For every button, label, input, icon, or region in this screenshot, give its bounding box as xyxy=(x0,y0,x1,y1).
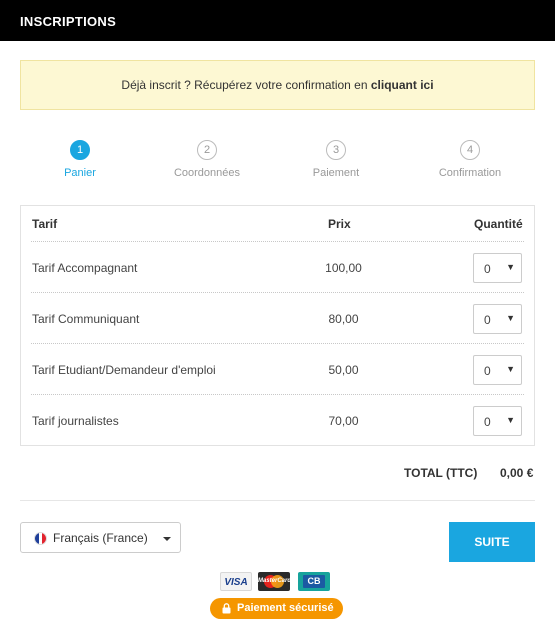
column-header-tarif: Tarif xyxy=(32,217,58,231)
retrieve-confirmation-link[interactable]: cliquant ici xyxy=(371,78,434,92)
step-number: 3 xyxy=(326,140,346,160)
table-row: Tarif Etudiant/Demandeur d'emploi 50,00 … xyxy=(31,343,524,394)
language-select[interactable]: Français (France) xyxy=(20,522,181,553)
already-registered-notice: Déjà inscrit ? Récupérez votre confirmat… xyxy=(20,60,535,110)
page-title: INSCRIPTIONS xyxy=(20,14,117,29)
total-value: 0,00 € xyxy=(500,466,534,480)
quantity-value: 0 xyxy=(484,415,491,429)
caret-down-icon: ▼ xyxy=(506,364,515,374)
next-button[interactable]: SUITE xyxy=(449,522,535,562)
secure-payment-label: Paiement sécurisé xyxy=(237,602,334,614)
tarif-price: 100,00 xyxy=(325,261,362,275)
tarif-name: Tarif Accompagnant xyxy=(32,261,138,275)
step-label: Paiement xyxy=(312,167,360,179)
secure-payment-badge: Paiement sécurisé xyxy=(210,598,343,619)
mastercard-label: MasterCard xyxy=(258,578,292,584)
column-header-prix: Prix xyxy=(328,217,351,231)
divider xyxy=(20,500,535,501)
flag-fr-icon xyxy=(34,532,47,545)
quantity-select[interactable]: 0 ▼ xyxy=(473,304,522,334)
language-label: Français (France) xyxy=(53,531,148,545)
step-number: 2 xyxy=(197,140,217,160)
cb-card-icon: CB xyxy=(298,572,330,591)
checkout-steps: 1 Panier 2 Coordonnées 3 Paiement 4 Conf… xyxy=(20,140,535,185)
tarif-price: 70,00 xyxy=(328,414,359,428)
step-coordonnees[interactable]: 2 Coordonnées xyxy=(147,140,267,179)
caret-down-icon xyxy=(163,537,171,541)
step-panier[interactable]: 1 Panier xyxy=(20,140,140,179)
tarif-price: 80,00 xyxy=(328,312,359,326)
caret-down-icon: ▼ xyxy=(506,415,515,425)
tarif-name: Tarif Communiquant xyxy=(32,312,140,326)
total-label: TOTAL (TTC) xyxy=(404,466,478,480)
table-row: Tarif Communiquant 80,00 0 ▼ xyxy=(31,292,524,343)
step-label: Panier xyxy=(64,167,96,179)
step-label: Confirmation xyxy=(438,167,502,179)
table-row: Tarif Accompagnant 100,00 0 ▼ xyxy=(31,241,524,292)
quantity-select[interactable]: 0 ▼ xyxy=(473,355,522,385)
caret-down-icon: ▼ xyxy=(506,262,515,272)
quantity-select[interactable]: 0 ▼ xyxy=(473,406,522,436)
notice-text: Déjà inscrit ? Récupérez votre confirmat… xyxy=(121,78,371,92)
quantity-value: 0 xyxy=(484,313,491,327)
tarif-price: 50,00 xyxy=(328,363,359,377)
column-header-quantite: Quantité xyxy=(474,217,523,231)
tarif-name: Tarif Etudiant/Demandeur d'emploi xyxy=(32,363,216,377)
step-number: 1 xyxy=(70,140,90,160)
mastercard-icon: MasterCard xyxy=(258,572,292,591)
quantity-value: 0 xyxy=(484,262,491,276)
cb-label: CB xyxy=(303,575,325,588)
tarif-name: Tarif journalistes xyxy=(32,414,119,428)
step-label: Coordonnées xyxy=(173,167,241,179)
step-paiement[interactable]: 3 Paiement xyxy=(276,140,396,179)
caret-down-icon: ▼ xyxy=(506,313,515,323)
tarif-table: Tarif Prix Quantité Tarif Accompagnant 1… xyxy=(20,205,535,446)
step-number: 4 xyxy=(460,140,480,160)
lock-icon xyxy=(222,603,231,614)
quantity-select[interactable]: 0 ▼ xyxy=(473,253,522,283)
page-header: INSCRIPTIONS xyxy=(0,0,555,41)
visa-card-icon: VISA xyxy=(220,572,252,591)
quantity-value: 0 xyxy=(484,364,491,378)
table-row: Tarif journalistes 70,00 0 ▼ xyxy=(31,394,524,445)
step-confirmation[interactable]: 4 Confirmation xyxy=(410,140,530,179)
